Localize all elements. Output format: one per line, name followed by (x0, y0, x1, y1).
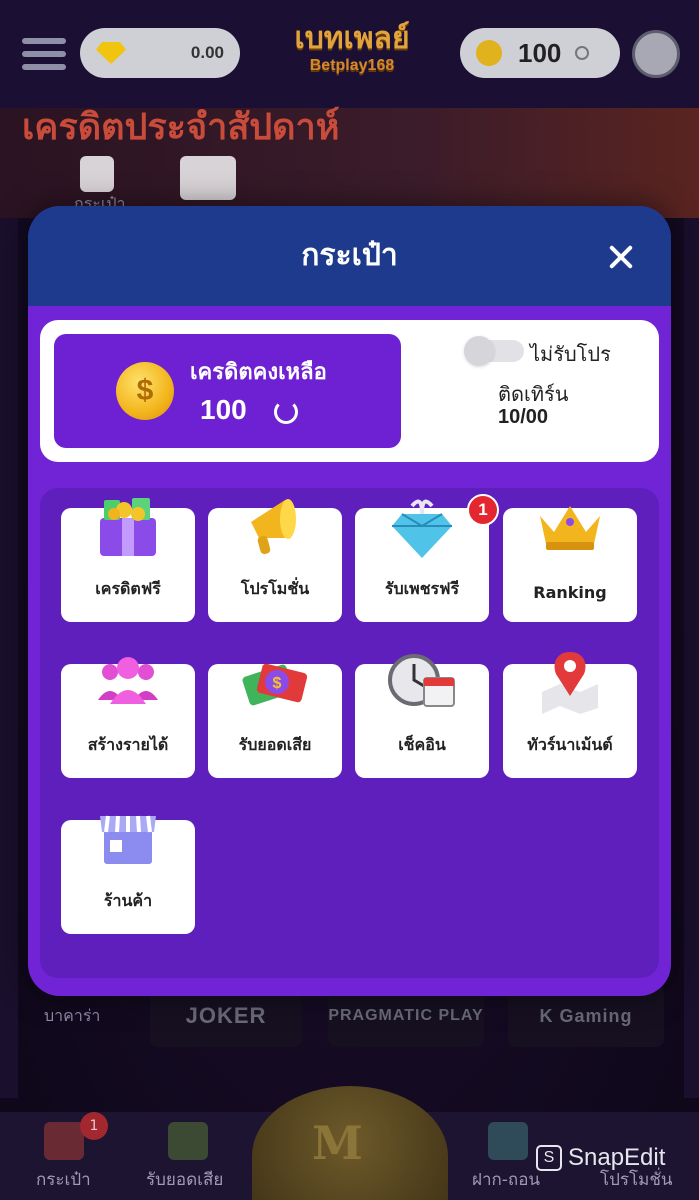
snapedit-logo-icon: S (536, 1145, 562, 1171)
hamburger-menu-icon[interactable] (22, 38, 66, 70)
nav-wallet[interactable]: กระเป๋า (36, 1166, 91, 1193)
modal-title: กระเป๋า (301, 238, 398, 273)
money-icon (168, 1122, 208, 1160)
balance-card: $ เครดิตคงเหลือ 100 ไม่รับโปร ติดเทิร์น … (40, 320, 659, 462)
menu-item-label: ทัวร์นาเม้นต์ (527, 735, 613, 754)
menu-item-label: เช็คอิน (398, 735, 446, 754)
store-icon (100, 815, 156, 864)
menu-item-store[interactable]: ร้านค้า (61, 815, 195, 934)
menu-item-promotion[interactable]: โปรโมชั่น (208, 499, 342, 622)
baccarat-label: บาคาร่า (44, 1006, 101, 1025)
crown-icon (540, 506, 600, 550)
banner-text: เครดิตประจำสัปดาห์ (22, 107, 340, 148)
menu-item-label: รับเพชรฟรี (384, 579, 460, 598)
dollar-coin-icon: $ (116, 362, 174, 420)
menu-item-label: ร้านค้า (103, 891, 153, 910)
coin-icon (476, 40, 502, 66)
clock-calendar-icon (388, 654, 455, 707)
credit-balance-label: เครดิตคงเหลือ (190, 360, 327, 385)
menu-item-label: สร้างรายได้ (87, 735, 169, 754)
app-logo: เบทเพลย์ Betplay168 (272, 22, 432, 84)
close-icon[interactable] (606, 242, 636, 272)
nav-loss-rebate[interactable]: รับยอดเสีย (146, 1166, 223, 1193)
map-pin-icon (542, 652, 598, 714)
menu-item-label: รับยอดเสีย (238, 735, 312, 754)
no-promo-label: ไม่รับโปร (530, 342, 611, 366)
menu-item-label: โปรโมชั่น (240, 579, 310, 598)
logo-subtext: Betplay168 (309, 57, 395, 74)
promo-banner: เครดิตประจำสัปดาห์ กระเป๋า (0, 108, 699, 218)
menu-item-ranking[interactable]: Ranking (503, 506, 637, 622)
wallet-modal: กระเป๋า $ เครดิตคงเหลือ 100 ไม่รับโปร ติ… (28, 206, 671, 996)
free-diamond-badge: 1 (467, 494, 499, 526)
gift-box-icon (100, 498, 156, 556)
logo-text: เบทเพลย์ (294, 21, 410, 56)
avatar[interactable] (632, 30, 680, 78)
credit-balance-panel: $ เครดิตคงเหลือ 100 (54, 334, 401, 448)
refresh-dot-icon (575, 46, 590, 60)
diamond-balance-pill[interactable]: 0.00 (80, 28, 240, 78)
menu-item-check-in[interactable]: เช็คอิน (355, 654, 489, 778)
menu-item-free-credit[interactable]: เครดิตฟรี (61, 498, 195, 622)
menu-item-free-diamond[interactable]: รับเพชรฟรี 1 (355, 494, 499, 622)
watermark-text: SnapEdit (568, 1144, 666, 1171)
wallet-icon (44, 1122, 84, 1160)
menu-item-loss-rebate[interactable]: $ รับยอดเสีย (208, 663, 342, 778)
diamond-balance-value: 0.00 (190, 43, 224, 62)
toggle-knob (464, 336, 494, 366)
menu-item-earn-income[interactable]: สร้างรายได้ (61, 657, 195, 778)
center-home-button[interactable]: M (252, 1086, 448, 1200)
refresh-icon[interactable] (274, 400, 298, 424)
menu-item-label: เครดิตฟรี (95, 579, 161, 598)
snapedit-watermark: S SnapEdit (536, 1144, 665, 1172)
diamond-icon (96, 42, 126, 64)
coin-balance-value: 100 (518, 37, 562, 68)
menu-item-tournament[interactable]: ทัวร์นาเม้นต์ (503, 652, 637, 778)
menu-item-label: Ranking (533, 583, 607, 602)
turnover-value: 10/00 (498, 406, 549, 428)
nav-deposit-withdraw[interactable]: ฝาก-ถอน (472, 1166, 540, 1193)
wallet-mini-icon (80, 156, 114, 192)
megaphone-icon (251, 499, 296, 555)
users-icon (98, 657, 158, 704)
no-promo-toggle[interactable] (464, 336, 524, 366)
svg-text:$: $ (273, 675, 282, 692)
money-icon: $ (242, 663, 308, 706)
menu-grid: เครดิตฟรี โปรโมชั่น รับเพชรฟรี 1 Ranking… (40, 488, 659, 978)
right-side-strip (684, 218, 699, 1098)
credit-balance-value: 100 (200, 394, 247, 425)
coin-balance-pill[interactable]: 100 (460, 28, 620, 78)
map-mini-icon (180, 156, 236, 200)
nav-wallet-badge: 1 (80, 1112, 108, 1140)
deposit-icon (488, 1122, 528, 1160)
left-side-strip (0, 218, 18, 1098)
diamond-gift-icon (392, 499, 452, 558)
